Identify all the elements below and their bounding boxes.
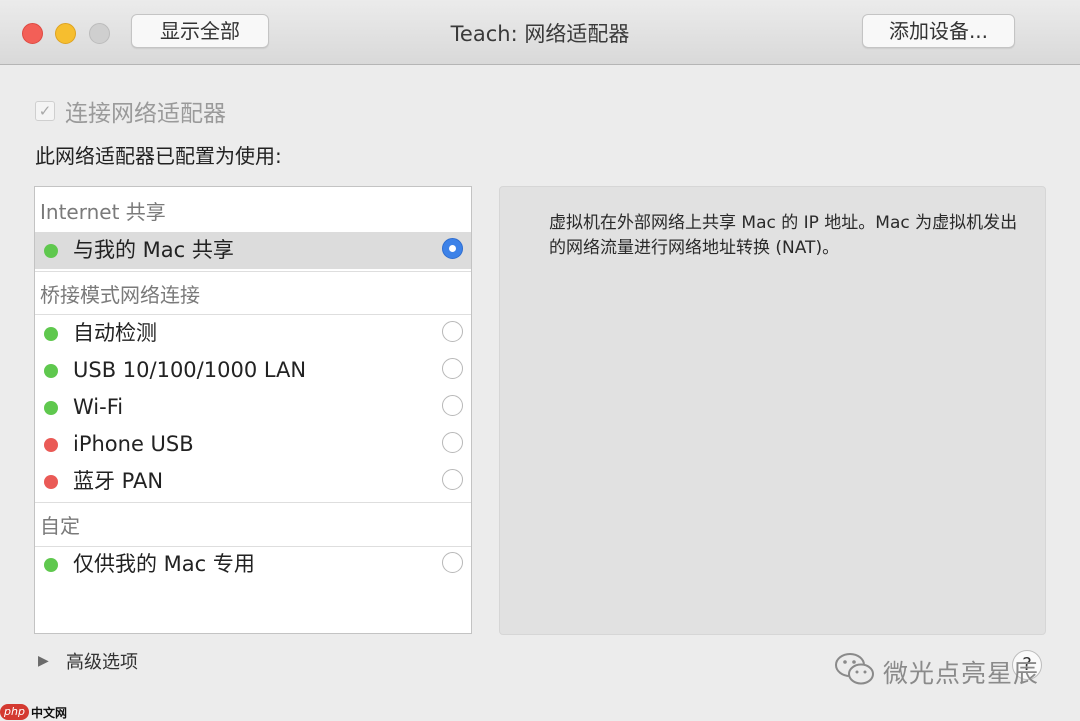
list-item-share-with-mac[interactable]: 与我的 Mac 共享 <box>35 232 471 269</box>
status-green-icon <box>44 558 58 572</box>
list-item-iphone-usb[interactable]: iPhone USB <box>35 426 471 463</box>
add-device-button[interactable]: 添加设备... <box>862 14 1015 48</box>
list-item-autodetect[interactable]: 自动检测 <box>35 315 471 352</box>
title-bar: 显示全部 Teach: 网络适配器 添加设备... <box>0 0 1080 65</box>
list-item-label: 与我的 Mac 共享 <box>73 238 234 262</box>
divider <box>35 271 471 272</box>
list-item-label: 仅供我的 Mac 专用 <box>73 552 255 576</box>
description-text: 虚拟机在外部网络上共享 Mac 的 IP 地址。Mac 为虚拟机发出的网络流量进… <box>549 213 1018 258</box>
badge-php: php <box>0 704 29 720</box>
status-green-icon <box>44 364 58 378</box>
list-item-label: 蓝牙 PAN <box>73 469 164 493</box>
disclosure-triangle-icon[interactable]: ▶ <box>38 653 54 669</box>
list-item-label: Wi-Fi <box>73 395 124 419</box>
radio-usb-lan[interactable] <box>442 358 463 379</box>
connect-adapter-label: 连接网络适配器 <box>65 101 226 127</box>
checkmark-icon: ✓ <box>38 102 52 120</box>
list-item-wifi[interactable]: Wi-Fi <box>35 389 471 426</box>
connect-adapter-checkbox[interactable]: ✓ <box>35 101 55 121</box>
radio-autodetect[interactable] <box>442 321 463 342</box>
radio-iphone-usb[interactable] <box>442 432 463 453</box>
status-green-icon <box>44 244 58 258</box>
list-item-label: 自动检测 <box>73 321 157 345</box>
wechat-icon <box>835 653 874 685</box>
status-green-icon <box>44 401 58 415</box>
group-header-bridged: 桥接模式网络连接 <box>40 283 200 307</box>
list-item-label: iPhone USB <box>73 432 194 456</box>
list-item-label: USB 10/100/1000 LAN <box>73 358 307 382</box>
list-item-bluetooth-pan[interactable]: 蓝牙 PAN <box>35 463 471 500</box>
status-green-icon <box>44 327 58 341</box>
status-red-icon <box>44 475 58 489</box>
advanced-options-label: 高级选项 <box>66 652 138 673</box>
badge-cn: 中文网 <box>30 705 67 720</box>
group-header-internet-sharing: Internet 共享 <box>40 200 166 224</box>
connect-adapter-checkbox-row[interactable]: ✓ 连接网络适配器 <box>35 96 226 127</box>
site-badge: php 中文网 <box>0 703 67 721</box>
radio-share-with-mac[interactable] <box>442 238 463 259</box>
radio-bluetooth-pan[interactable] <box>442 469 463 490</box>
watermark-text: 微光点亮星辰 <box>883 659 1040 688</box>
adapter-list: Internet 共享 与我的 Mac 共享 桥接模式网络连接 自动检测 USB… <box>34 186 472 634</box>
advanced-options-toggle[interactable]: ▶ 高级选项 <box>38 649 138 673</box>
status-red-icon <box>44 438 58 452</box>
radio-private-to-mac[interactable] <box>442 552 463 573</box>
radio-wifi[interactable] <box>442 395 463 416</box>
list-item-private-to-mac[interactable]: 仅供我的 Mac 专用 <box>35 546 471 583</box>
divider <box>35 502 471 503</box>
description-panel: 虚拟机在外部网络上共享 Mac 的 IP 地址。Mac 为虚拟机发出的网络流量进… <box>499 186 1046 635</box>
group-header-custom: 自定 <box>40 514 80 538</box>
configured-for-label: 此网络适配器已配置为使用: <box>35 144 282 168</box>
list-item-usb-lan[interactable]: USB 10/100/1000 LAN <box>35 352 471 389</box>
